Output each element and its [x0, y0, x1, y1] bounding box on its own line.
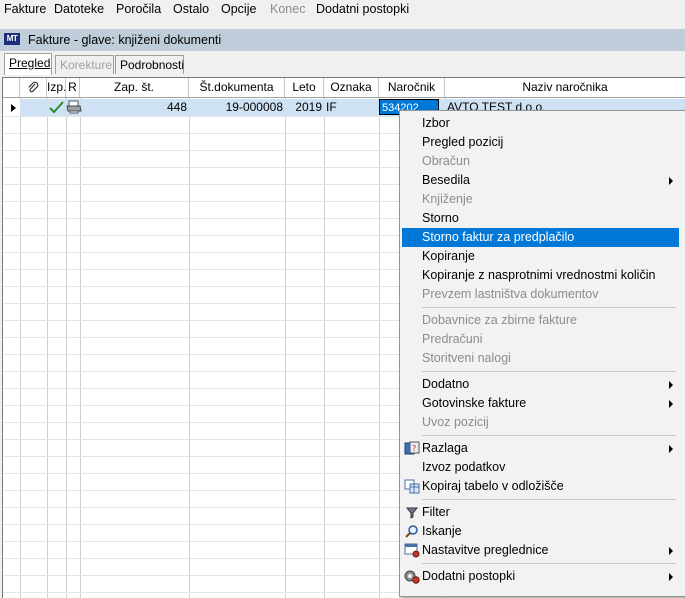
menu-item-pregled-pozicij[interactable]: Pregled pozicij — [402, 133, 679, 152]
menu-separator — [422, 563, 676, 564]
menu-item-izvoz-podatkov[interactable]: Izvoz podatkov — [402, 458, 679, 477]
paperclip-icon — [28, 81, 39, 93]
menu-item-knjizenje[interactable]: Knjiženje — [402, 190, 679, 209]
col-naziv-narocnika[interactable]: Naziv naročnika — [445, 78, 685, 97]
tab-podrobnosti[interactable]: Podrobnosti — [115, 55, 184, 74]
cell-st-dokumenta[interactable]: 19-000008 — [189, 99, 283, 116]
context-menu: Izbor Pregled pozicij Obračun Besedila K… — [399, 110, 685, 597]
menu-item-storno[interactable]: Storno — [402, 209, 679, 228]
col-izp[interactable]: Izp. — [47, 78, 66, 97]
app-logo: MT — [4, 33, 20, 45]
grid-column-line — [80, 98, 81, 598]
cell-leto[interactable]: 2019 — [285, 99, 322, 116]
submenu-arrow-icon — [669, 400, 673, 408]
menu-fakture[interactable]: Fakture — [4, 2, 46, 16]
submenu-arrow-icon — [669, 445, 673, 453]
menu-separator — [422, 435, 676, 436]
tab-strip: Pregled Korekture Podrobnosti — [0, 52, 685, 76]
menu-item-filter[interactable]: Filter — [402, 503, 679, 522]
menu-opcije[interactable]: Opcije — [221, 2, 256, 16]
menu-item-besedila[interactable]: Besedila — [402, 171, 679, 190]
menu-dodatni-postopki[interactable]: Dodatni postopki — [316, 2, 409, 16]
row-pointer-icon — [11, 104, 16, 112]
tab-pregled[interactable]: Pregled — [4, 53, 52, 75]
col-oznaka[interactable]: Oznaka — [324, 78, 379, 97]
submenu-arrow-icon — [669, 381, 673, 389]
col-indicator — [3, 78, 20, 97]
grid-column-line — [20, 98, 21, 598]
menu-item-iskanje[interactable]: Iskanje — [402, 522, 679, 541]
svg-text:?: ? — [412, 444, 416, 453]
menu-item-kopiraj-tabelo[interactable]: Kopiraj tabelo v odložišče — [402, 477, 679, 496]
submenu-arrow-icon — [669, 547, 673, 555]
menu-item-storno-faktur-za-predplacilo[interactable]: Storno faktur za predplačilo — [402, 228, 679, 247]
menu-item-kopiranje-z-nasprotnimi[interactable]: Kopiranje z nasprotnimi vrednostmi količ… — [402, 266, 679, 285]
checkmark-icon — [49, 101, 64, 114]
grid-header: Izp. R Zap. št. Št.dokumenta Leto Oznaka… — [3, 78, 685, 98]
menu-item-prevzem-lastnistva[interactable]: Prevzem lastništva dokumentov — [402, 285, 679, 304]
menu-item-storitveni-nalogi[interactable]: Storitveni nalogi — [402, 349, 679, 368]
menu-item-razlaga[interactable]: ? Razlaga — [402, 439, 679, 458]
help-book-icon: ? — [404, 441, 420, 455]
menu-separator — [422, 499, 676, 500]
menu-separator — [422, 371, 676, 372]
menu-item-dodatno[interactable]: Dodatno — [402, 375, 679, 394]
menu-item-izbor[interactable]: Izbor — [402, 114, 679, 133]
cell-zap-st[interactable]: 448 — [80, 99, 187, 116]
menu-item-uvoz-pozicij[interactable]: Uvoz pozicij — [402, 413, 679, 432]
menu-konec[interactable]: Konec — [270, 2, 305, 16]
grid-column-line — [47, 98, 48, 598]
col-zap-st[interactable]: Zap. št. — [80, 78, 189, 97]
grid-column-line — [324, 98, 325, 598]
menu-item-kopiranje[interactable]: Kopiranje — [402, 247, 679, 266]
col-narocnik[interactable]: Naročnik — [379, 78, 445, 97]
menu-item-predracuni[interactable]: Predračuni — [402, 330, 679, 349]
grid-column-line — [379, 98, 380, 598]
menu-item-dobavnice[interactable]: Dobavnice za zbirne fakture — [402, 311, 679, 330]
menu-datoteke[interactable]: Datoteke — [54, 2, 104, 16]
window-title: Fakture - glave: knjiženi dokumenti — [28, 33, 222, 47]
search-icon — [405, 525, 418, 538]
menu-separator — [422, 307, 676, 308]
submenu-arrow-icon — [669, 177, 673, 185]
menu-item-obracun[interactable]: Obračun — [402, 152, 679, 171]
col-attachment[interactable] — [20, 78, 47, 97]
menu-item-nastavitve-preglednice[interactable]: Nastavitve preglednice — [402, 541, 679, 560]
menu-ostalo[interactable]: Ostalo — [173, 2, 209, 16]
col-leto[interactable]: Leto — [285, 78, 324, 97]
cell-oznaka[interactable]: IF — [326, 99, 378, 116]
filter-icon — [405, 507, 419, 519]
tab-korekture[interactable]: Korekture — [55, 55, 114, 74]
menu-item-dodatni-postopki[interactable]: Dodatni postopki — [402, 567, 679, 586]
window-caption: MT Fakture - glave: knjiženi dokumenti — [0, 29, 685, 51]
col-r[interactable]: R — [66, 78, 80, 97]
grid-settings-icon — [404, 543, 420, 558]
submenu-arrow-icon — [669, 573, 673, 581]
gears-icon — [404, 570, 420, 584]
grid-column-line — [66, 98, 67, 598]
grid-column-line — [285, 98, 286, 598]
copy-table-icon — [404, 479, 420, 494]
menu-bar: Fakture Datoteke Poročila Ostalo Opcije … — [0, 0, 685, 20]
menu-porocila[interactable]: Poročila — [116, 2, 161, 16]
menu-item-gotovinske-fakture[interactable]: Gotovinske fakture — [402, 394, 679, 413]
col-st-dokumenta[interactable]: Št.dokumenta — [189, 78, 285, 97]
grid-column-line — [189, 98, 190, 598]
